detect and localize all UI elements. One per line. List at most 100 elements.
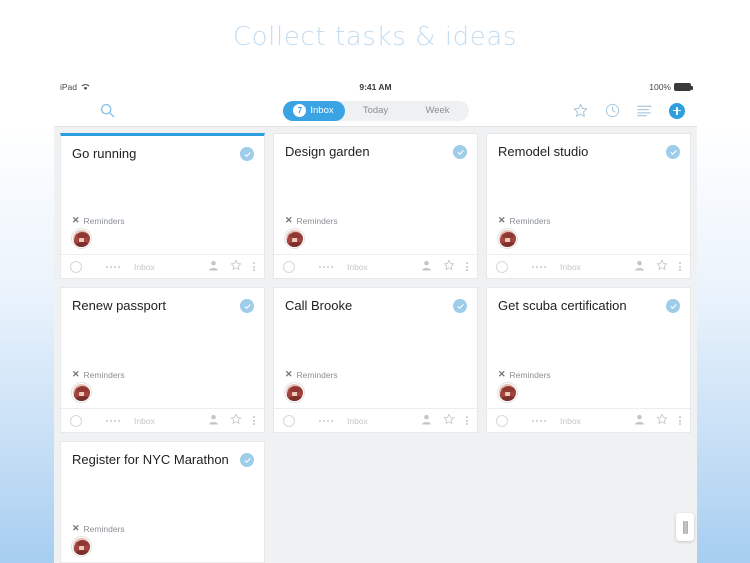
kebab-menu-icon[interactable] bbox=[466, 262, 468, 271]
star-outline-icon[interactable] bbox=[230, 258, 242, 276]
card-source-row: ✕ Reminders bbox=[487, 369, 690, 380]
battery-percent-label: 100% bbox=[649, 81, 671, 92]
star-outline-icon[interactable] bbox=[656, 258, 668, 276]
task-card[interactable]: Renew passport ✕ Reminders Inbox bbox=[60, 287, 265, 433]
task-card[interactable]: Design garden ✕ Reminders Inbox bbox=[273, 133, 478, 279]
status-bar-clock: 9:41 AM bbox=[359, 81, 392, 92]
priority-dots-icon[interactable] bbox=[532, 265, 546, 268]
segment-inbox-label: Inbox bbox=[310, 105, 334, 116]
person-icon[interactable] bbox=[421, 412, 432, 430]
check-circle-icon[interactable] bbox=[240, 299, 254, 313]
star-outline-icon[interactable] bbox=[230, 412, 242, 430]
segment-week[interactable]: Week bbox=[407, 101, 469, 121]
task-card[interactable]: Get scuba certification ✕ Reminders Inbo… bbox=[486, 287, 691, 433]
scissors-x-icon: ✕ bbox=[72, 215, 79, 225]
add-plus-icon[interactable] bbox=[669, 102, 685, 119]
check-circle-icon[interactable] bbox=[240, 147, 254, 161]
view-segmented-control[interactable]: 7 Inbox Today Week bbox=[282, 100, 469, 121]
task-card[interactable]: Call Brooke ✕ Reminders Inbox bbox=[273, 287, 478, 433]
star-outline-icon[interactable] bbox=[443, 412, 455, 430]
task-card[interactable]: Register for NYC Marathon ✕ Reminders In… bbox=[60, 441, 265, 563]
card-assignee-row bbox=[61, 226, 264, 248]
card-list-label: Inbox bbox=[347, 261, 368, 272]
task-title: Go running bbox=[72, 146, 137, 161]
avatar[interactable] bbox=[72, 229, 91, 248]
card-header: Renew passport bbox=[61, 288, 264, 314]
star-outline-icon[interactable] bbox=[443, 258, 455, 276]
circle-checkbox-icon[interactable] bbox=[283, 260, 295, 273]
card-header: Register for NYC Marathon bbox=[61, 442, 264, 468]
task-title: Call Brooke bbox=[285, 298, 353, 313]
task-card[interactable]: Remodel studio ✕ Reminders Inbox bbox=[486, 133, 691, 279]
person-icon[interactable] bbox=[634, 258, 645, 276]
app-toolbar: 7 Inbox Today Week bbox=[54, 95, 697, 127]
avatar[interactable] bbox=[72, 537, 91, 556]
person-icon[interactable] bbox=[208, 412, 219, 430]
circle-checkbox-icon[interactable] bbox=[496, 414, 508, 427]
card-footer: Inbox bbox=[487, 408, 690, 432]
status-bar-right: 100% bbox=[649, 81, 693, 92]
avatar[interactable] bbox=[498, 229, 517, 248]
card-footer-icons bbox=[208, 258, 255, 276]
priority-dots-icon[interactable] bbox=[106, 419, 120, 422]
scissors-x-icon: ✕ bbox=[285, 369, 292, 379]
person-icon[interactable] bbox=[208, 258, 219, 276]
card-list-label: Inbox bbox=[134, 261, 155, 272]
circle-checkbox-icon[interactable] bbox=[70, 260, 82, 273]
card-source-row: ✕ Reminders bbox=[274, 369, 477, 380]
avatar[interactable] bbox=[72, 383, 91, 402]
toolbar-left-group bbox=[66, 103, 115, 118]
kebab-menu-icon[interactable] bbox=[253, 416, 255, 425]
circle-checkbox-icon[interactable] bbox=[70, 414, 82, 427]
check-circle-icon[interactable] bbox=[666, 299, 680, 313]
segment-inbox[interactable]: 7 Inbox bbox=[282, 100, 345, 121]
task-title: Get scuba certification bbox=[498, 298, 627, 313]
page-title: Collect tasks & ideas bbox=[232, 22, 518, 52]
list-sort-icon[interactable] bbox=[637, 104, 652, 117]
star-outline-icon[interactable] bbox=[656, 412, 668, 430]
card-source-label: Reminders bbox=[509, 369, 551, 380]
card-list-label: Inbox bbox=[347, 415, 368, 426]
segment-week-label: Week bbox=[425, 105, 450, 116]
priority-dots-icon[interactable] bbox=[106, 265, 120, 268]
avatar[interactable] bbox=[285, 383, 304, 402]
avatar[interactable] bbox=[285, 229, 304, 248]
scissors-x-icon: ✕ bbox=[498, 369, 505, 379]
card-source-label: Reminders bbox=[83, 369, 125, 380]
card-source-row: ✕ Reminders bbox=[61, 369, 264, 380]
clock-icon[interactable] bbox=[605, 103, 620, 118]
card-source-label: Reminders bbox=[296, 215, 338, 226]
card-body-spacer bbox=[487, 160, 690, 215]
task-card[interactable]: Go running ✕ Reminders Inbox bbox=[60, 133, 265, 279]
task-title: Register for NYC Marathon bbox=[72, 452, 229, 467]
card-body-spacer bbox=[61, 162, 264, 215]
segment-today-label: Today bbox=[362, 105, 389, 116]
person-icon[interactable] bbox=[421, 258, 432, 276]
segment-today[interactable]: Today bbox=[345, 101, 407, 121]
avatar[interactable] bbox=[498, 383, 517, 402]
hamburger-menu-icon[interactable] bbox=[66, 105, 86, 117]
card-footer-icons bbox=[208, 412, 255, 430]
scroll-drag-handle-icon[interactable] bbox=[676, 513, 694, 541]
card-footer: Inbox bbox=[61, 408, 264, 432]
kebab-menu-icon[interactable] bbox=[466, 416, 468, 425]
card-source-label: Reminders bbox=[83, 215, 125, 226]
card-list-label: Inbox bbox=[560, 261, 581, 272]
priority-dots-icon[interactable] bbox=[319, 265, 333, 268]
circle-checkbox-icon[interactable] bbox=[283, 414, 295, 427]
priority-dots-icon[interactable] bbox=[532, 419, 546, 422]
kebab-menu-icon[interactable] bbox=[679, 262, 681, 271]
check-circle-icon[interactable] bbox=[666, 145, 680, 159]
star-icon[interactable] bbox=[573, 103, 588, 118]
ipad-device-frame: iPad 9:41 AM 100% 7 Inbox Today Week Go … bbox=[54, 78, 697, 563]
check-circle-icon[interactable] bbox=[453, 145, 467, 159]
check-circle-icon[interactable] bbox=[453, 299, 467, 313]
circle-checkbox-icon[interactable] bbox=[496, 260, 508, 273]
kebab-menu-icon[interactable] bbox=[679, 416, 681, 425]
kebab-menu-icon[interactable] bbox=[253, 262, 255, 271]
card-list-label: Inbox bbox=[134, 415, 155, 426]
check-circle-icon[interactable] bbox=[240, 453, 254, 467]
search-icon[interactable] bbox=[100, 103, 115, 118]
priority-dots-icon[interactable] bbox=[319, 419, 333, 422]
person-icon[interactable] bbox=[634, 412, 645, 430]
